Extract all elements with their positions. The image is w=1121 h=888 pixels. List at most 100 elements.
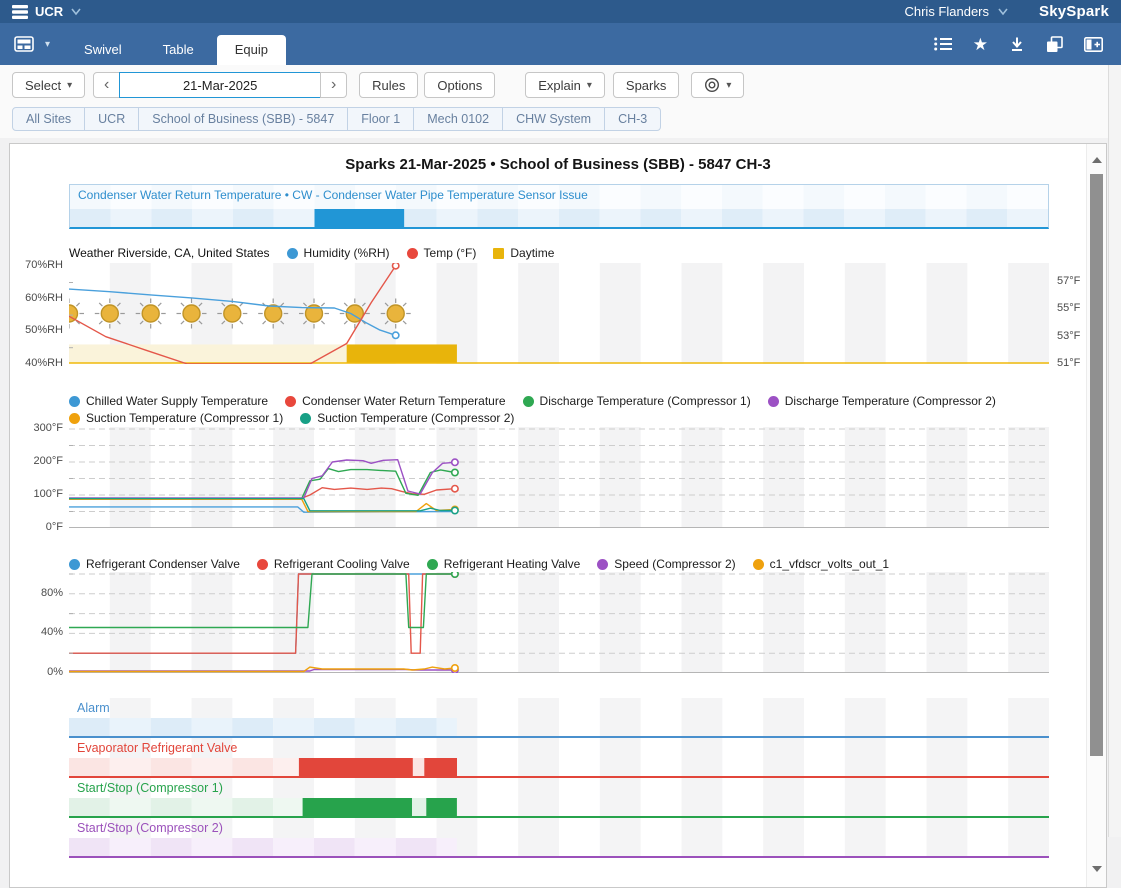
- options-button-label: Options: [437, 78, 482, 93]
- axis-tick: 80%: [12, 587, 63, 599]
- legend-swatch: [523, 396, 534, 407]
- server-stack-icon: [12, 5, 28, 19]
- skyspark-app: { "header": { "server_label": "UCR", "us…: [0, 0, 1121, 837]
- sun-icon: [183, 305, 200, 322]
- panel-scrollbar[interactable]: [1086, 144, 1106, 887]
- status-row-label: Start/Stop (Compressor 1): [77, 781, 223, 795]
- breadcrumb-item[interactable]: Floor 1: [347, 107, 414, 131]
- breadcrumb-item[interactable]: Mech 0102: [413, 107, 503, 131]
- breadcrumb-item[interactable]: CH-3: [604, 107, 661, 131]
- view-list-icon[interactable]: [934, 37, 952, 51]
- legend-label: Discharge Temperature (Compressor 1): [540, 394, 751, 408]
- target-menu-button[interactable]: ▾: [691, 72, 744, 98]
- breadcrumb-item[interactable]: CHW System: [502, 107, 605, 131]
- next-day-button[interactable]: ›: [320, 72, 347, 98]
- legend-item[interactable]: Refrigerant Condenser Valve: [69, 557, 240, 571]
- legend-swatch: [753, 559, 764, 570]
- legend-label: Refrigerant Heating Valve: [444, 557, 581, 571]
- legend-item[interactable]: Discharge Temperature (Compressor 2): [768, 394, 996, 408]
- legend-swatch: [69, 559, 80, 570]
- temps-legend-row-1: Chilled Water Supply Temperature Condense…: [69, 393, 996, 409]
- axis-tick: 60%RH: [12, 292, 63, 304]
- server-label: UCR: [35, 4, 63, 19]
- status-row[interactable]: Start/Stop (Compressor 2): [69, 818, 1049, 858]
- user-menu[interactable]: Chris Flanders: [904, 4, 989, 19]
- legend-swatch: [287, 248, 298, 259]
- axis-tick: 300°F: [12, 422, 63, 434]
- sparks-button[interactable]: Sparks: [613, 72, 679, 98]
- legend-item[interactable]: Discharge Temperature (Compressor 1): [523, 394, 751, 408]
- axis-tick: 0%: [12, 666, 63, 678]
- download-icon[interactable]: [1009, 36, 1025, 52]
- legend-label: Humidity (%RH): [304, 246, 390, 260]
- valves-legend: Refrigerant Condenser Valve Refrigerant C…: [69, 556, 889, 572]
- temps-plot-area[interactable]: [69, 427, 1049, 528]
- axis-tick: 100°F: [12, 488, 63, 500]
- chevron-down-icon[interactable]: [997, 7, 1009, 16]
- sun-icon: [265, 305, 282, 322]
- legend-swatch: [493, 248, 504, 259]
- breadcrumb-item[interactable]: All Sites: [12, 107, 85, 131]
- legend-label: c1_vfdscr_volts_out_1: [770, 557, 889, 571]
- new-panel-icon[interactable]: [1084, 37, 1103, 52]
- legend-label: Refrigerant Cooling Valve: [274, 557, 410, 571]
- legend-item[interactable]: Suction Temperature (Compressor 2): [300, 411, 514, 425]
- status-row-label: Evaporator Refrigerant Valve: [77, 741, 237, 755]
- breadcrumb-item[interactable]: UCR: [84, 107, 139, 131]
- tabs: SwivelTableEquip: [66, 35, 286, 65]
- explain-button-label: Explain: [538, 78, 581, 93]
- caret-down-icon: ▾: [45, 39, 50, 50]
- legend-swatch: [407, 248, 418, 259]
- options-button[interactable]: Options: [424, 72, 495, 98]
- legend-item[interactable]: Temp (°F): [407, 246, 477, 260]
- next-day-icon: ›: [331, 76, 336, 94]
- tab-bar: ▾ SwivelTableEquip ★: [0, 23, 1121, 65]
- valves-plot-area[interactable]: [69, 572, 1049, 673]
- scroll-up-icon[interactable]: [1092, 157, 1102, 163]
- favorite-star-icon[interactable]: ★: [973, 36, 988, 53]
- explain-button[interactable]: Explain ▾: [525, 72, 605, 98]
- status-timelines: Alarm Evaporator Refrigerant Valve Start/S…: [10, 698, 1106, 888]
- prev-day-button[interactable]: ‹: [93, 72, 120, 98]
- temps-legend-row-2: Suction Temperature (Compressor 1) Suctio…: [69, 410, 514, 426]
- tab-table[interactable]: Table: [145, 35, 212, 65]
- scroll-down-icon[interactable]: [1092, 866, 1102, 872]
- legend-item[interactable]: Humidity (%RH): [287, 246, 390, 260]
- caret-down-icon: ▾: [587, 80, 592, 91]
- caret-down-icon: ▾: [67, 80, 72, 91]
- date-input[interactable]: 21-Mar-2025: [119, 72, 321, 98]
- rules-button-label: Rules: [372, 78, 405, 93]
- scrollbar-thumb[interactable]: [1090, 174, 1103, 756]
- window-scroll-gutter[interactable]: [1108, 65, 1121, 837]
- page-background: Sparks 21-Mar-2025 • School of Business …: [0, 138, 1121, 837]
- tab-equip[interactable]: Equip: [217, 35, 286, 65]
- legend-swatch: [300, 413, 311, 424]
- legend-item[interactable]: Speed (Compressor 2): [597, 557, 735, 571]
- legend-item[interactable]: Condenser Water Return Temperature: [285, 394, 505, 408]
- legend-item[interactable]: Daytime: [493, 246, 554, 260]
- status-row[interactable]: Alarm: [69, 698, 1049, 738]
- tab-swivel[interactable]: Swivel: [66, 35, 140, 65]
- spark-row[interactable]: Condenser Water Return Temperature • CW …: [69, 184, 1049, 229]
- legend-label: Speed (Compressor 2): [614, 557, 735, 571]
- status-row-label: Alarm: [77, 701, 110, 715]
- legend-item[interactable]: Chilled Water Supply Temperature: [69, 394, 268, 408]
- status-row[interactable]: Start/Stop (Compressor 1): [69, 778, 1049, 818]
- legend-item[interactable]: Refrigerant Cooling Valve: [257, 557, 410, 571]
- rules-button[interactable]: Rules: [359, 72, 418, 98]
- weather-plot-area[interactable]: [69, 263, 1049, 364]
- select-button[interactable]: Select ▾: [12, 72, 85, 98]
- status-row[interactable]: Evaporator Refrigerant Valve: [69, 738, 1049, 778]
- spark-label: Condenser Water Return Temperature • CW …: [78, 188, 588, 202]
- view-chooser-button[interactable]: ▾: [14, 36, 50, 52]
- copy-pages-icon[interactable]: [1046, 36, 1063, 53]
- axis-tick: 40%: [12, 626, 63, 638]
- breadcrumb-item[interactable]: School of Business (SBB) - 5847: [138, 107, 348, 131]
- legend-item[interactable]: c1_vfdscr_volts_out_1: [753, 557, 889, 571]
- server-menu[interactable]: UCR: [12, 4, 82, 19]
- temps-chart: 300°F200°F100°F0°F: [10, 427, 1106, 528]
- legend-item[interactable]: Suction Temperature (Compressor 1): [69, 411, 283, 425]
- page-title: Sparks 21-Mar-2025 • School of Business …: [10, 156, 1106, 173]
- legend-item[interactable]: Refrigerant Heating Valve: [427, 557, 581, 571]
- view-chooser-icon: [14, 36, 34, 52]
